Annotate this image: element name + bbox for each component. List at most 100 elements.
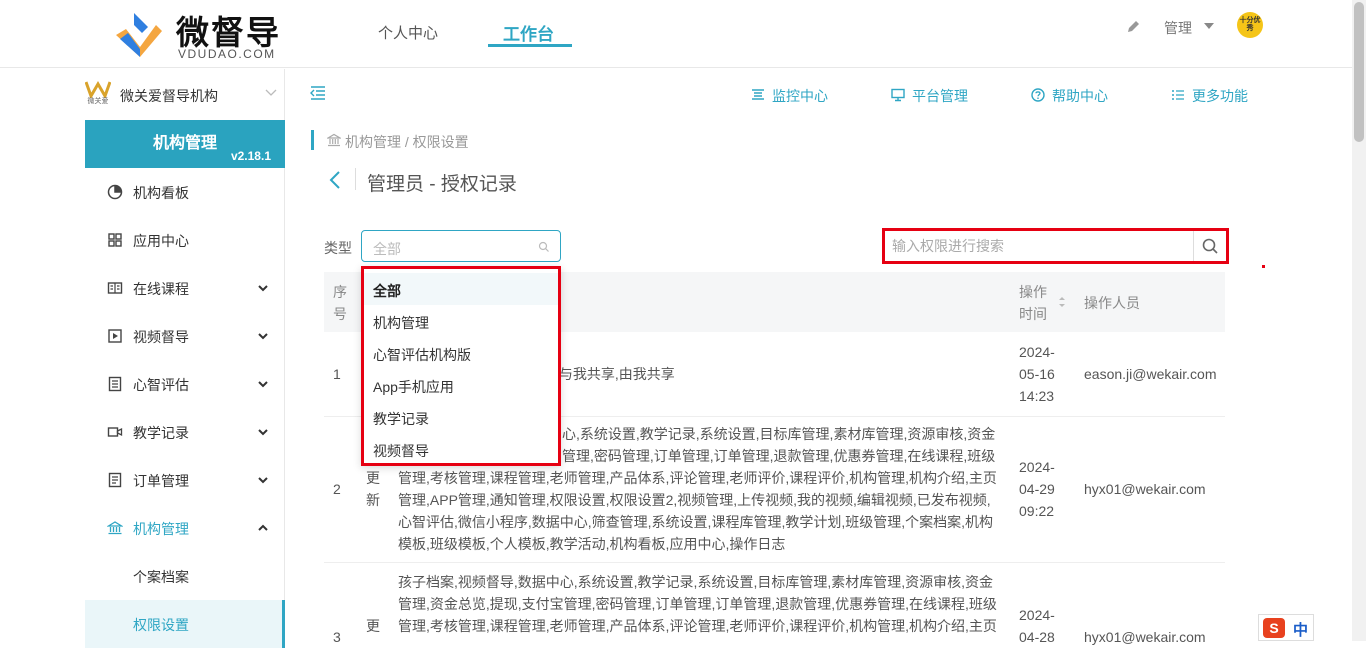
type-select[interactable]: 全部 bbox=[361, 230, 561, 262]
avatar[interactable]: 十分优秀 bbox=[1237, 12, 1263, 38]
title-divider bbox=[355, 168, 356, 190]
desktop-icon bbox=[891, 88, 905, 102]
nav-active-indicator bbox=[488, 44, 572, 47]
sidebar-subitem-case-files[interactable]: 个案档案 bbox=[85, 552, 285, 600]
sidebar-item-app-center[interactable]: 应用中心 bbox=[85, 216, 285, 264]
play-icon bbox=[107, 328, 123, 344]
row2-operator: hyx01@wekair.com bbox=[1084, 481, 1206, 497]
chevron-down-icon bbox=[257, 330, 269, 342]
th-time-1[interactable]: 操作 bbox=[1019, 281, 1047, 303]
permission-search-input[interactable] bbox=[885, 231, 1194, 261]
row2-date2: 04-29 bbox=[1019, 481, 1055, 497]
dropdown-option-label: 心智评估机构版 bbox=[373, 347, 471, 363]
module-card: 机构管理 v2.18.1 bbox=[85, 120, 285, 168]
dropdown-option-label: 教学记录 bbox=[373, 411, 429, 427]
ime-mode-label: 中 bbox=[1293, 622, 1309, 639]
video-icon bbox=[107, 424, 123, 440]
sidebar-subitem-label: 个案档案 bbox=[133, 569, 189, 585]
type-dropdown: 全部 机构管理 心智评估机构版 App手机应用 教学记录 视频督导 bbox=[361, 266, 561, 466]
sidebar-item-label: 在线课程 bbox=[133, 281, 189, 297]
sidebar-item-label: 应用中心 bbox=[133, 233, 189, 249]
toolbar-help-center[interactable]: 帮助中心 bbox=[1052, 86, 1108, 106]
book-icon bbox=[107, 280, 123, 296]
org-logo: 微关爱 bbox=[85, 80, 111, 106]
search-button[interactable] bbox=[1194, 231, 1226, 261]
org-name[interactable]: 微关爱督导机构 bbox=[120, 86, 218, 106]
chevron-down-icon[interactable] bbox=[265, 89, 277, 97]
th-time-2[interactable]: 时间 bbox=[1019, 303, 1047, 325]
row3-date: 2024- bbox=[1019, 607, 1055, 623]
bank-icon bbox=[107, 520, 123, 536]
row3-index: 3 bbox=[333, 629, 341, 645]
top-header: 微督导 VDUDAO.COM 个人中心 工作台 管理 十分优秀 bbox=[0, 0, 1366, 68]
sidebar-item-label: 机构管理 bbox=[133, 521, 189, 537]
pencil-icon[interactable] bbox=[1126, 20, 1140, 34]
ime-indicator[interactable]: S 中 bbox=[1258, 614, 1314, 641]
org-logo-text: 微关爱 bbox=[87, 98, 109, 105]
row1-date: 2024- bbox=[1019, 344, 1055, 360]
sogou-icon: S bbox=[1263, 618, 1285, 638]
th-index-2: 号 bbox=[333, 306, 347, 322]
sort-icon[interactable] bbox=[1057, 295, 1067, 309]
row3-desc-line: 管理,资金总览,提现,支付宝管理,密码管理,订单管理,订单管理,退款管理,优惠券… bbox=[398, 596, 997, 612]
row2-desc-line: 管理,密码管理,订单管理,订单管理,退款管理,优惠券管理,在线课程,班级 bbox=[562, 448, 996, 464]
row1-desc: 级,与我共享,由我共享 bbox=[541, 366, 675, 382]
sidebar-item-order-management[interactable]: 订单管理 bbox=[85, 456, 285, 504]
logo-subtext: VDUDAO.COM bbox=[178, 47, 276, 61]
sidebar-item-online-courses[interactable]: 在线课程 bbox=[85, 264, 285, 312]
sidebar-item-label: 教学记录 bbox=[133, 425, 189, 441]
row2-desc-line: 心智评估,微信小程序,数据中心,筛查管理,系统设置,课程库管理,教学计划,班级管… bbox=[398, 514, 994, 530]
chevron-down-icon bbox=[257, 426, 269, 438]
row2-index: 2 bbox=[333, 481, 341, 497]
dropdown-option-all[interactable]: 全部 bbox=[364, 273, 558, 305]
nav-workbench[interactable]: 工作台 bbox=[503, 20, 554, 45]
collapse-menu-icon[interactable] bbox=[310, 86, 326, 100]
sidebar-item-org-dashboard[interactable]: 机构看板 bbox=[85, 168, 285, 216]
chevron-up-icon bbox=[257, 522, 269, 534]
list-icon bbox=[107, 376, 123, 392]
user-menu-label[interactable]: 管理 bbox=[1164, 18, 1192, 38]
dropdown-option-teaching-records[interactable]: 教学记录 bbox=[364, 401, 558, 433]
more-list-icon bbox=[1171, 88, 1185, 102]
row-divider bbox=[324, 562, 1225, 563]
grid-icon bbox=[107, 232, 123, 248]
receipt-icon bbox=[107, 472, 123, 488]
dropdown-option-org-management[interactable]: 机构管理 bbox=[364, 305, 558, 337]
avatar-text: 十分优秀 bbox=[1239, 17, 1261, 32]
sidebar-item-video-supervision[interactable]: 视频督导 bbox=[85, 312, 285, 360]
row3-desc-line: 孩子档案,视频督导,数据中心,系统设置,教学记录,系统设置,目标库管理,素材库管… bbox=[398, 574, 994, 590]
toolbar-more-functions[interactable]: 更多功能 bbox=[1192, 86, 1248, 106]
row3-operator: hyx01@wekair.com bbox=[1084, 629, 1206, 645]
help-icon bbox=[1031, 88, 1045, 102]
row1-index: 1 bbox=[333, 366, 341, 382]
sidebar-item-org-management[interactable]: 机构管理 bbox=[85, 504, 285, 552]
monitor-center-icon bbox=[751, 88, 765, 102]
dropdown-option-mental-assessment[interactable]: 心智评估机构版 bbox=[364, 337, 558, 369]
dropdown-option-label: App手机应用 bbox=[373, 379, 454, 395]
breadcrumb-accent bbox=[311, 130, 314, 150]
toolbar-platform-management[interactable]: 平台管理 bbox=[912, 86, 968, 106]
chevron-down-icon bbox=[257, 282, 269, 294]
permission-search-box bbox=[882, 228, 1229, 264]
dropdown-option-label: 全部 bbox=[373, 283, 401, 299]
caret-down-icon[interactable] bbox=[1204, 23, 1214, 29]
row2-time: 09:22 bbox=[1019, 503, 1055, 519]
dropdown-option-video-supervision[interactable]: 视频督导 bbox=[364, 433, 558, 465]
row1-date2: 05-16 bbox=[1019, 366, 1055, 382]
th-index-1: 序 bbox=[333, 284, 347, 300]
sidebar-item-label: 机构看板 bbox=[133, 185, 189, 201]
row2-type-1: 更 bbox=[366, 470, 380, 486]
sidebar-item-teaching-records[interactable]: 教学记录 bbox=[85, 408, 285, 456]
page-title: 管理员 - 授权记录 bbox=[367, 174, 517, 195]
module-version: v2.18.1 bbox=[230, 149, 271, 163]
toolbar-monitor-center[interactable]: 监控中心 bbox=[772, 86, 828, 106]
sidebar-item-label: 视频督导 bbox=[133, 329, 189, 345]
breadcrumb[interactable]: 机构管理 / 权限设置 bbox=[345, 132, 469, 152]
back-arrow-icon[interactable] bbox=[327, 170, 343, 190]
logo-icon[interactable] bbox=[112, 9, 164, 61]
sidebar-subitem-label: 权限设置 bbox=[133, 617, 189, 633]
sidebar-item-mental-assessment[interactable]: 心智评估 bbox=[85, 360, 285, 408]
dropdown-option-app[interactable]: App手机应用 bbox=[364, 369, 558, 401]
nav-personal-center[interactable]: 个人中心 bbox=[378, 22, 438, 43]
scrollbar-thumb[interactable] bbox=[1354, 2, 1364, 142]
